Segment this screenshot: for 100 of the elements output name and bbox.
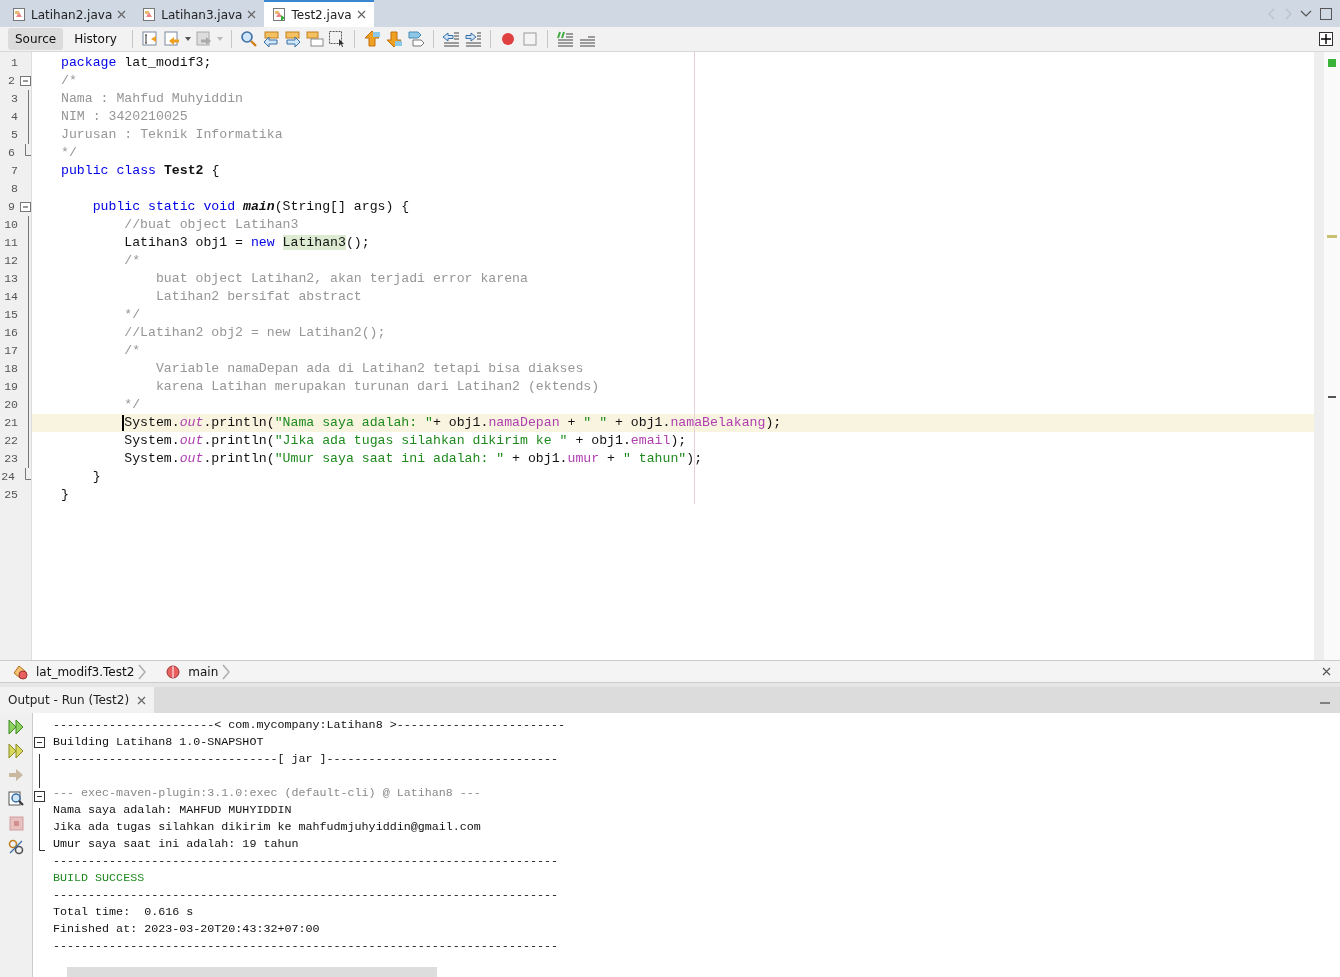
scrollbar-track[interactable] (1314, 52, 1324, 660)
code-line: Nama : Mahfud Muhyiddin (60, 90, 245, 108)
output-line: ------------------------------------------------------------------------ (53, 938, 559, 955)
view-toggle-button[interactable]: Source (8, 28, 64, 50)
chevron-right-icon[interactable] (222, 663, 231, 680)
rerun-with-options-icon[interactable] (7, 741, 25, 761)
find-previous-icon[interactable] (261, 30, 280, 48)
output-line: --------------------------------[ jar ]--------------------------------- (53, 751, 559, 768)
method-icon (166, 664, 181, 679)
output-line: Jika ada tugas silahkan dikirim ke mahfudmjuhyiddin@gmail.com (53, 819, 482, 836)
code-line: System.out.println("Umur saya saat ini adalah: " + obj1.umur + " tahun"); (123, 450, 704, 468)
inspect-icon[interactable] (7, 789, 25, 809)
file-tab[interactable]: Latihan3.java (134, 2, 265, 27)
view-toggle-button[interactable]: History (67, 28, 124, 50)
line-number: 19 (3, 379, 19, 396)
settings-icon[interactable] (7, 837, 25, 857)
chevron-right-icon[interactable] (138, 663, 147, 680)
find-next-icon[interactable] (283, 30, 302, 48)
caret-icon[interactable] (184, 37, 191, 41)
breadcrumb-item[interactable]: main (188, 662, 219, 681)
code-line: /* (123, 342, 142, 360)
close-icon[interactable] (117, 10, 127, 19)
line-number: 3 (10, 91, 19, 108)
fold-collapse-icon[interactable] (34, 737, 45, 748)
search-icon[interactable] (239, 30, 258, 48)
code-line: //buat object Latihan3 (123, 216, 300, 234)
line-number: 6 (7, 145, 16, 162)
line-number: 12 (3, 253, 19, 270)
warning-mark-icon (1327, 235, 1337, 238)
close-icon[interactable] (247, 10, 257, 19)
output-line: Building Latihan8 1.0-SNAPSHOT (53, 734, 265, 751)
last-edit-icon[interactable] (140, 30, 159, 48)
line-number: 10 (3, 217, 19, 234)
code-line: karena Latihan merupakan turunan dari Latihan2 (ektends) (154, 378, 601, 396)
output-tab[interactable]: Output - Run (Test2) (0, 687, 155, 713)
shift-right-icon[interactable] (463, 30, 482, 48)
code-line: } (91, 468, 102, 486)
output-line: Finished at: 2023-03-20T20:43:32+07:00 (53, 921, 321, 938)
output-line: Total time: 0.616 s (53, 904, 195, 921)
code-line: public class Test2 { (60, 162, 221, 180)
code-line: Jurusan : Teknik Informatika (60, 126, 284, 144)
close-icon[interactable] (137, 695, 147, 705)
line-number: 20 (3, 397, 19, 414)
scrollbar-thumb[interactable] (67, 967, 437, 977)
code-line: Variable namaDepan ada di Latihan2 tetapi bisa diakses (154, 360, 585, 378)
line-number: 21 (3, 415, 19, 432)
line-number: 2 (7, 73, 16, 90)
line-number: 5 (10, 127, 19, 144)
line-number: 4 (10, 109, 19, 126)
code-line: Latihan3 obj1 = new Latihan3(); (123, 234, 371, 252)
code-line: buat object Latihan2, akan terjadi error karena (154, 270, 529, 288)
line-number: 22 (3, 433, 19, 450)
java-file-icon (12, 7, 26, 22)
code-line: System.out.println("Jika ada tugas silahkan dikirim ke " + obj1.email); (123, 432, 688, 450)
code-line: Latihan2 bersifat abstract (154, 288, 363, 306)
arrow-up-icon[interactable] (362, 30, 381, 48)
arrow-down-icon[interactable] (384, 30, 403, 48)
class-icon (12, 663, 28, 680)
code-line: /* (60, 72, 78, 90)
shift-left-icon[interactable] (441, 30, 460, 48)
line-number: 18 (3, 361, 19, 378)
line-number: 15 (3, 307, 19, 324)
output-line: -----------------------< com.mycompany:Latihan8 >------------------------ (53, 717, 566, 734)
status-ok-icon (1328, 59, 1336, 67)
code-line: NIM : 3420210025 (60, 108, 189, 126)
line-number: 14 (3, 289, 19, 306)
split-window-icon[interactable] (1319, 32, 1333, 46)
code-line: */ (60, 144, 78, 162)
line-number: 7 (10, 163, 19, 180)
close-icon[interactable] (1322, 667, 1331, 676)
selection-icon[interactable] (327, 30, 346, 48)
code-line: */ (123, 396, 142, 414)
java-file-icon (272, 7, 287, 22)
file-tab[interactable]: Latihan2.java (4, 2, 135, 27)
output-line: Nama saya adalah: MAHFUD MUHYIDDIN (53, 802, 293, 819)
close-icon[interactable] (356, 10, 366, 19)
maximize-icon[interactable] (1320, 7, 1332, 20)
code-line: */ (123, 306, 142, 324)
bookmark-icon[interactable] (406, 30, 425, 48)
output-line: ------------------------------------------------------------------------ (53, 853, 559, 870)
code-line: /* (123, 252, 142, 270)
fold-collapse-icon[interactable] (34, 791, 45, 802)
code-line: } (60, 486, 70, 504)
line-number: 9 (7, 199, 16, 216)
rerun-icon[interactable] (7, 717, 25, 737)
line-number: 23 (3, 451, 19, 468)
text-cursor (122, 415, 125, 431)
caret-mark-icon (1328, 396, 1336, 399)
output-line: BUILD SUCCESS (53, 870, 146, 887)
line-number: 25 (3, 487, 19, 504)
file-tab[interactable]: Test2.java (264, 0, 374, 27)
line-number: 16 (3, 325, 19, 342)
comment-icon[interactable] (555, 30, 574, 48)
chevron-down-icon[interactable] (1300, 9, 1312, 18)
output-line: --- exec-maven-plugin:3.1.0:exec (default-cli) @ Latihan8 --- (53, 785, 482, 802)
code-line: package lat_modif3; (60, 54, 213, 72)
output-line: ------------------------------------------------------------------------ (53, 887, 559, 904)
breadcrumb-item[interactable]: lat_modif3.Test2 (36, 662, 135, 681)
code-line: public static void main(String[] args) { (91, 198, 411, 216)
output-line: Umur saya saat ini adalah: 19 tahun (53, 836, 300, 853)
